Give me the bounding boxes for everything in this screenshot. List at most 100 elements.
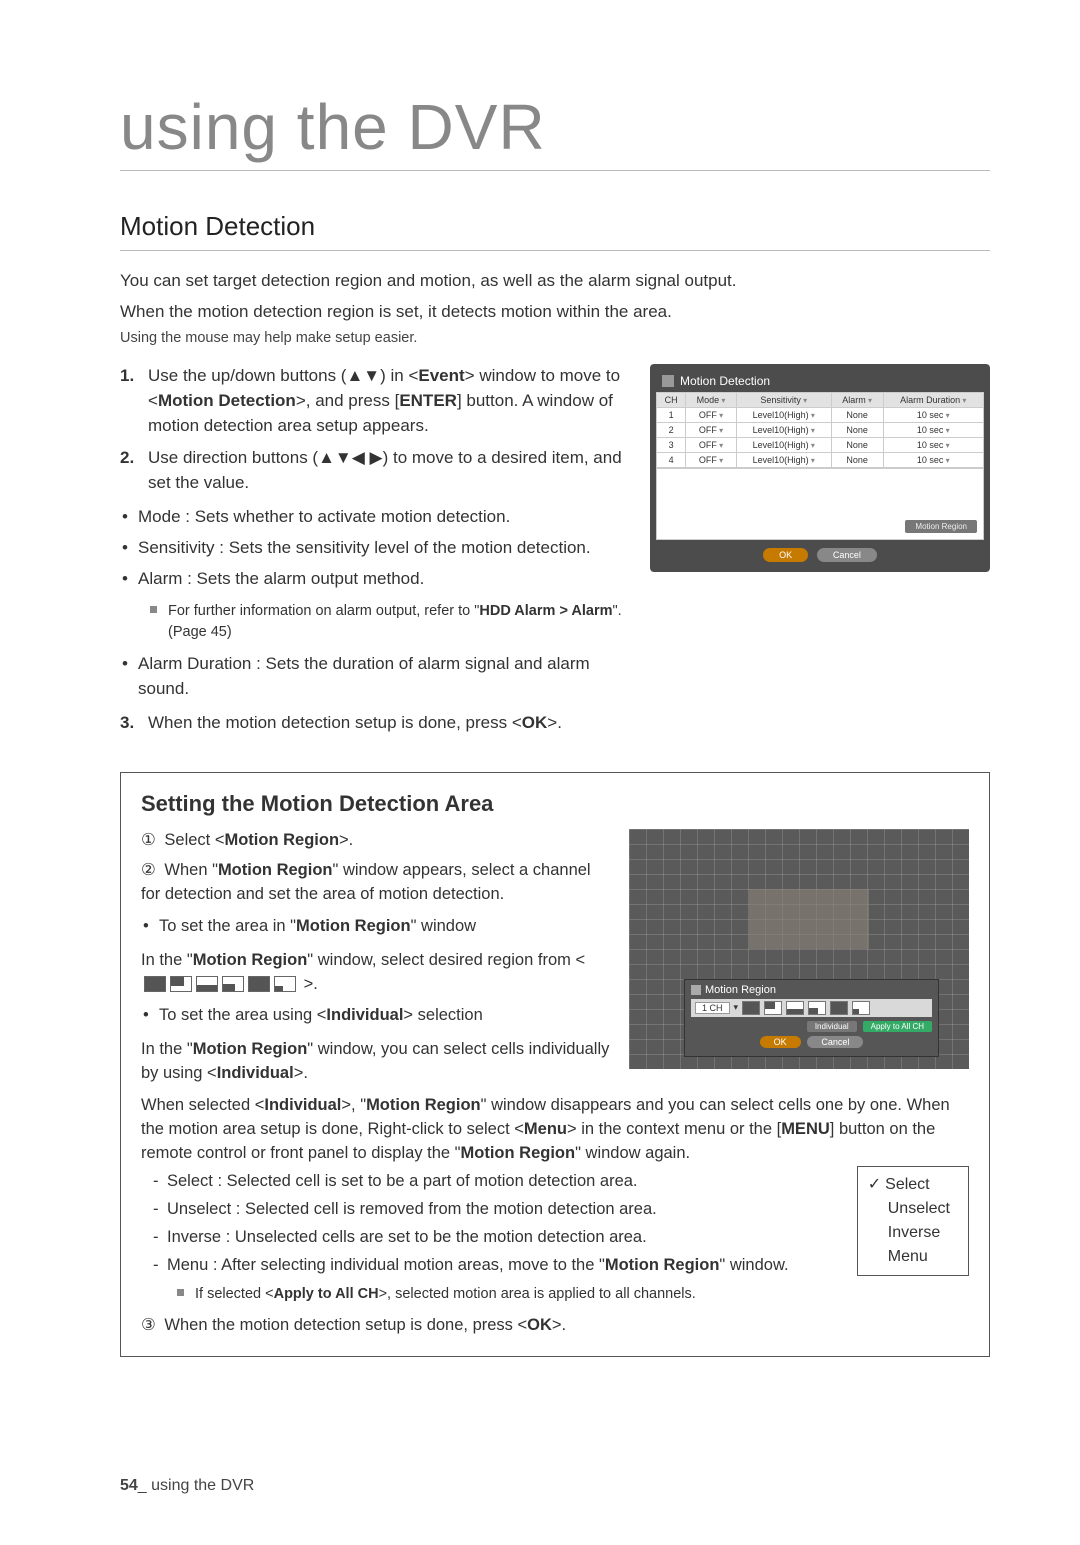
square-bullet-icon (150, 606, 157, 613)
t: >, " (341, 1096, 366, 1114)
apply-all-ch-button[interactable]: Apply to All CH (863, 1021, 932, 1032)
motion-region-button[interactable]: Motion Region (905, 520, 977, 533)
step-1-num: 1. (120, 364, 134, 389)
col-alarm-duration[interactable]: Alarm Duration (883, 393, 983, 408)
box-p2: In the "Motion Region" window, you can s… (141, 1038, 613, 1086)
cell-ch: 1 (657, 408, 686, 423)
motion-region-popup: Motion Region 1 CH ▾ (684, 979, 939, 1057)
bullet-alarm: Alarm : Sets the alarm output method. (120, 567, 628, 592)
kw-individual: Individual (264, 1096, 341, 1114)
col-alarm[interactable]: Alarm (831, 393, 883, 408)
kw-motion-region: Motion Region (193, 951, 308, 969)
step-2-num: 2. (120, 446, 134, 471)
region-preset-icon[interactable] (808, 1001, 826, 1015)
motion-detection-panel: Motion Detection CH Mode Sensitivity Ala… (650, 364, 990, 572)
t: To set the area using < (159, 1006, 326, 1024)
box-step-1: ① Select <Motion Region>. (141, 829, 613, 853)
cell-alarm: None (831, 453, 883, 468)
kw-motion-region: Motion Region (605, 1256, 720, 1274)
region-preset-icon[interactable] (170, 976, 192, 992)
cell-sens[interactable]: Level10(High) (736, 453, 831, 468)
t: Use the up/down buttons (▲▼) in < (148, 366, 418, 385)
num-2-icon: ② (141, 861, 156, 879)
footer-text: using the DVR (151, 1477, 254, 1494)
region-preset-icon[interactable] (764, 1001, 782, 1015)
t: If selected < (195, 1286, 274, 1302)
cell-ch: 2 (657, 423, 686, 438)
step-2-text: Use direction buttons (▲▼◀ ▶) to move to… (148, 448, 622, 492)
t: >. (339, 831, 353, 849)
person-icon (662, 375, 674, 387)
region-preset-icon[interactable] (274, 976, 296, 992)
t: " window, select desired region from < (307, 951, 585, 969)
cell-dur[interactable]: 10 sec (883, 408, 983, 423)
step-3: 3. When the motion detection setup is do… (120, 711, 628, 736)
cell-sens[interactable]: Level10(High) (736, 423, 831, 438)
step-1: 1. Use the up/down buttons (▲▼) in <Even… (120, 364, 628, 438)
box-step-3: ③ When the motion detection setup is don… (141, 1314, 969, 1338)
col-sensitivity[interactable]: Sensitivity (736, 393, 831, 408)
region-preset-icon[interactable] (144, 976, 166, 992)
region-preset-icon[interactable] (852, 1001, 870, 1015)
col-mode[interactable]: Mode (686, 393, 736, 408)
region-preset-icon[interactable] (222, 976, 244, 992)
cancel-button[interactable]: Cancel (817, 548, 877, 562)
mouse-note: Using the mouse may help make setup easi… (120, 330, 990, 346)
region-preset-icons (144, 976, 296, 992)
motion-detection-table: CH Mode Sensitivity Alarm Alarm Duration… (656, 392, 984, 468)
box-bullet-2: To set the area using <Individual> selec… (141, 1004, 613, 1028)
t: When selected < (141, 1096, 264, 1114)
t: When the motion detection setup is done,… (164, 1316, 527, 1334)
cell-mode[interactable]: OFF (686, 438, 736, 453)
kw-ok: OK (522, 713, 548, 732)
t: When " (164, 861, 218, 879)
box-step-2: ② When "Motion Region" window appears, s… (141, 859, 613, 907)
col-ch: CH (657, 393, 686, 408)
ok-button[interactable]: OK (763, 548, 808, 562)
page-footer: 54_ using the DVR (120, 1477, 990, 1495)
bullet-sensitivity: Sensitivity : Sets the sensitivity level… (120, 536, 628, 561)
cell-alarm: None (831, 408, 883, 423)
region-preset-icon[interactable] (196, 976, 218, 992)
region-preset-icon[interactable] (742, 1001, 760, 1015)
bullet-mode: Mode : Sets whether to activate motion d… (120, 505, 628, 530)
selected-cells (749, 889, 869, 949)
cell-sens[interactable]: Level10(High) (736, 408, 831, 423)
ok-button[interactable]: OK (760, 1036, 801, 1048)
step-1-text: Use the up/down buttons (▲▼) in <Event> … (148, 366, 620, 434)
dash-inverse: Inverse : Unselected cells are set to be… (153, 1226, 969, 1250)
t: When the motion detection setup is done,… (148, 713, 522, 732)
chevron-down-icon[interactable]: ▾ (734, 1002, 739, 1013)
t: >. (552, 1316, 566, 1334)
kw-motion-region: Motion Region (461, 1144, 576, 1162)
cell-alarm: None (831, 423, 883, 438)
t: >, selected motion area is applied to al… (379, 1286, 696, 1302)
individual-button[interactable]: Individual (807, 1021, 857, 1032)
step-3-text: When the motion detection setup is done,… (148, 713, 562, 732)
cell-mode[interactable]: OFF (686, 453, 736, 468)
kw-menu: Menu (524, 1120, 567, 1138)
t: >. (294, 1064, 308, 1082)
cell-dur[interactable]: 10 sec (883, 423, 983, 438)
cell-mode[interactable]: OFF (686, 423, 736, 438)
region-preset-icon[interactable] (786, 1001, 804, 1015)
num-3-icon: ③ (141, 1316, 156, 1334)
panel-title-text: Motion Detection (680, 374, 770, 388)
section-title: Motion Detection (120, 211, 990, 251)
kw-individual: Individual (326, 1006, 403, 1024)
step-3-num: 3. (120, 711, 134, 736)
cancel-button[interactable]: Cancel (807, 1036, 863, 1048)
region-preset-icon[interactable] (830, 1001, 848, 1015)
channel-select[interactable]: 1 CH (695, 1002, 730, 1014)
cell-dur[interactable]: 10 sec (883, 453, 983, 468)
kw-motion-region: Motion Region (366, 1096, 481, 1114)
cell-dur[interactable]: 10 sec (883, 438, 983, 453)
cell-mode[interactable]: OFF (686, 408, 736, 423)
kw-motion-region: Motion Region (193, 1040, 308, 1058)
cell-sens[interactable]: Level10(High) (736, 438, 831, 453)
table-row: 1 OFF Level10(High) None 10 sec (657, 408, 984, 423)
t: _ (138, 1477, 151, 1494)
kw-event: Event (418, 366, 464, 385)
region-preset-icon[interactable] (248, 976, 270, 992)
t: Menu : After selecting individual motion… (167, 1256, 605, 1274)
